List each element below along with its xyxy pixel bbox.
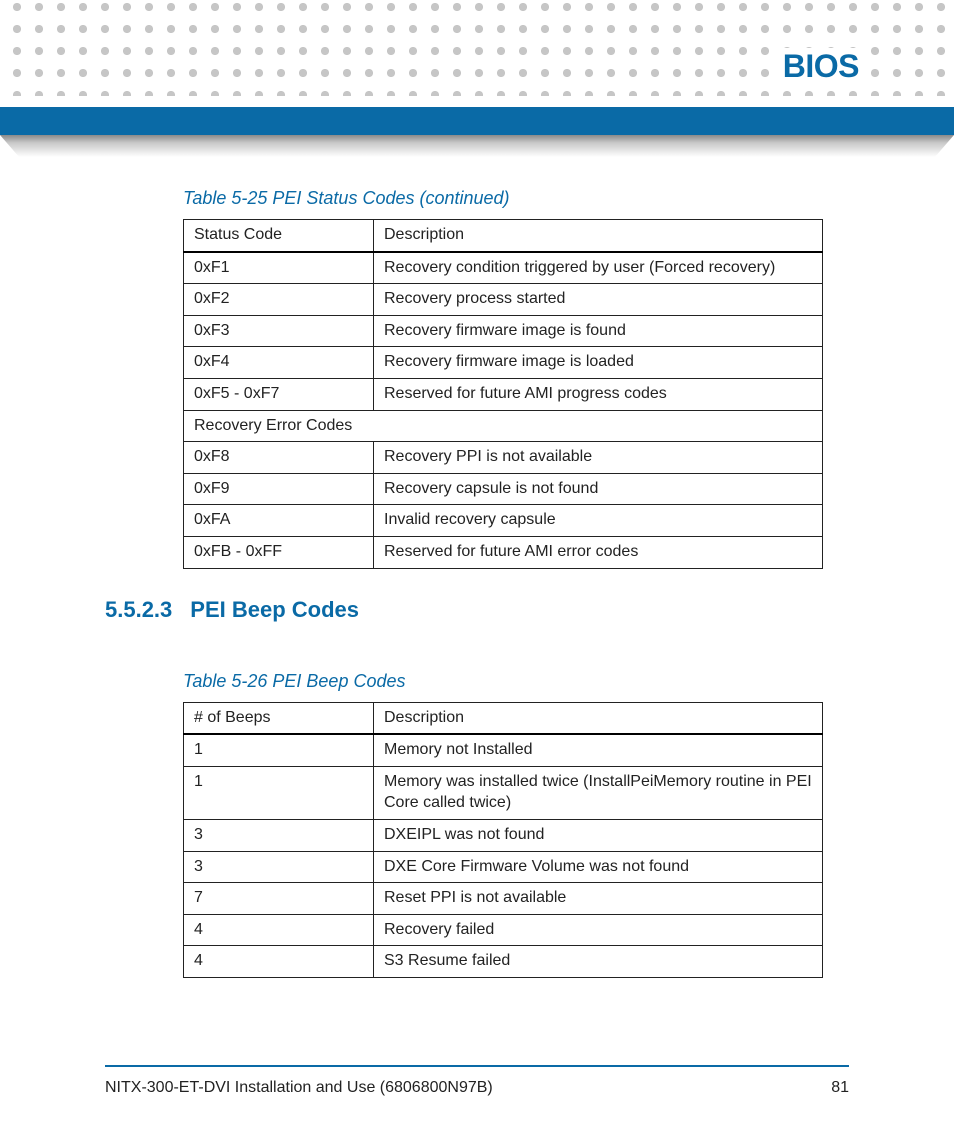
table-row: 4S3 Resume failed [184, 946, 823, 978]
table-header-row: # of Beeps Description [184, 702, 823, 734]
col-description: Description [374, 220, 823, 252]
table-row: 1Memory was installed twice (InstallPeiM… [184, 766, 823, 819]
cell-desc: Recovery PPI is not available [374, 442, 823, 474]
footer-doc-title: NITX-300-ET-DVI Installation and Use (68… [105, 1079, 493, 1097]
table-row-section: Recovery Error Codes [184, 410, 823, 442]
cell-desc: Recovery capsule is not found [374, 473, 823, 505]
chapter-title: BIOS [769, 48, 859, 85]
cell-desc: Reserved for future AMI progress codes [374, 378, 823, 410]
cell-beeps: 1 [184, 734, 374, 766]
cell-desc: Reset PPI is not available [374, 883, 823, 915]
cell-desc: S3 Resume failed [374, 946, 823, 978]
header-blue-bar [0, 107, 954, 135]
cell-code: 0xF5 - 0xF7 [184, 378, 374, 410]
table-row: 0xF2Recovery process started [184, 284, 823, 316]
table-pei-beep-codes: # of Beeps Description 1Memory not Insta… [183, 702, 823, 978]
cell-desc: Reserved for future AMI error codes [374, 536, 823, 568]
cell-beeps: 3 [184, 819, 374, 851]
cell-beeps: 1 [184, 766, 374, 819]
cell-code: 0xF8 [184, 442, 374, 474]
cell-code: 0xFA [184, 505, 374, 537]
cell-code: 0xFB - 0xFF [184, 536, 374, 568]
footer-page-number: 81 [831, 1079, 849, 1097]
table-row: 3DXEIPL was not found [184, 819, 823, 851]
table-row: 0xF9Recovery capsule is not found [184, 473, 823, 505]
table-row: 0xF8Recovery PPI is not available [184, 442, 823, 474]
table-row: 0xF3Recovery firmware image is found [184, 315, 823, 347]
page-footer: NITX-300-ET-DVI Installation and Use (68… [105, 1065, 849, 1097]
cell-desc: Recovery condition triggered by user (Fo… [374, 252, 823, 284]
table-header-row: Status Code Description [184, 220, 823, 252]
table-row: 7Reset PPI is not available [184, 883, 823, 915]
table-26-caption: Table 5-26 PEI Beep Codes [183, 671, 847, 692]
col-beeps: # of Beeps [184, 702, 374, 734]
cell-desc: Recovery process started [374, 284, 823, 316]
cell-code: 0xF3 [184, 315, 374, 347]
cell-desc: Recovery firmware image is found [374, 315, 823, 347]
table-row: 1Memory not Installed [184, 734, 823, 766]
cell-desc: Invalid recovery capsule [374, 505, 823, 537]
table-row: 0xF4Recovery firmware image is loaded [184, 347, 823, 379]
col-status-code: Status Code [184, 220, 374, 252]
cell-desc: DXE Core Firmware Volume was not found [374, 851, 823, 883]
footer-rule [105, 1065, 849, 1067]
cell-desc: Recovery failed [374, 914, 823, 946]
table-row: 3DXE Core Firmware Volume was not found [184, 851, 823, 883]
cell-desc: DXEIPL was not found [374, 819, 823, 851]
cell-desc: Memory not Installed [374, 734, 823, 766]
col-description: Description [374, 702, 823, 734]
table-pei-status-codes: Status Code Description 0xF1Recovery con… [183, 219, 823, 569]
table-25-caption: Table 5-25 PEI Status Codes (continued) [183, 188, 847, 209]
cell-beeps: 3 [184, 851, 374, 883]
header-shadow [0, 135, 954, 157]
cell-beeps: 4 [184, 946, 374, 978]
cell-code: 0xF1 [184, 252, 374, 284]
section-title: PEI Beep Codes [190, 597, 359, 623]
cell-code: 0xF4 [184, 347, 374, 379]
cell-beeps: 7 [184, 883, 374, 915]
cell-section: Recovery Error Codes [184, 410, 823, 442]
section-number: 5.5.2.3 [105, 597, 172, 623]
table-row: 0xFB - 0xFFReserved for future AMI error… [184, 536, 823, 568]
table-row: 0xF5 - 0xF7Reserved for future AMI progr… [184, 378, 823, 410]
cell-desc: Recovery firmware image is loaded [374, 347, 823, 379]
table-row: 0xF1Recovery condition triggered by user… [184, 252, 823, 284]
cell-desc: Memory was installed twice (InstallPeiMe… [374, 766, 823, 819]
cell-beeps: 4 [184, 914, 374, 946]
cell-code: 0xF9 [184, 473, 374, 505]
table-row: 0xFAInvalid recovery capsule [184, 505, 823, 537]
table-row: 4Recovery failed [184, 914, 823, 946]
cell-code: 0xF2 [184, 284, 374, 316]
